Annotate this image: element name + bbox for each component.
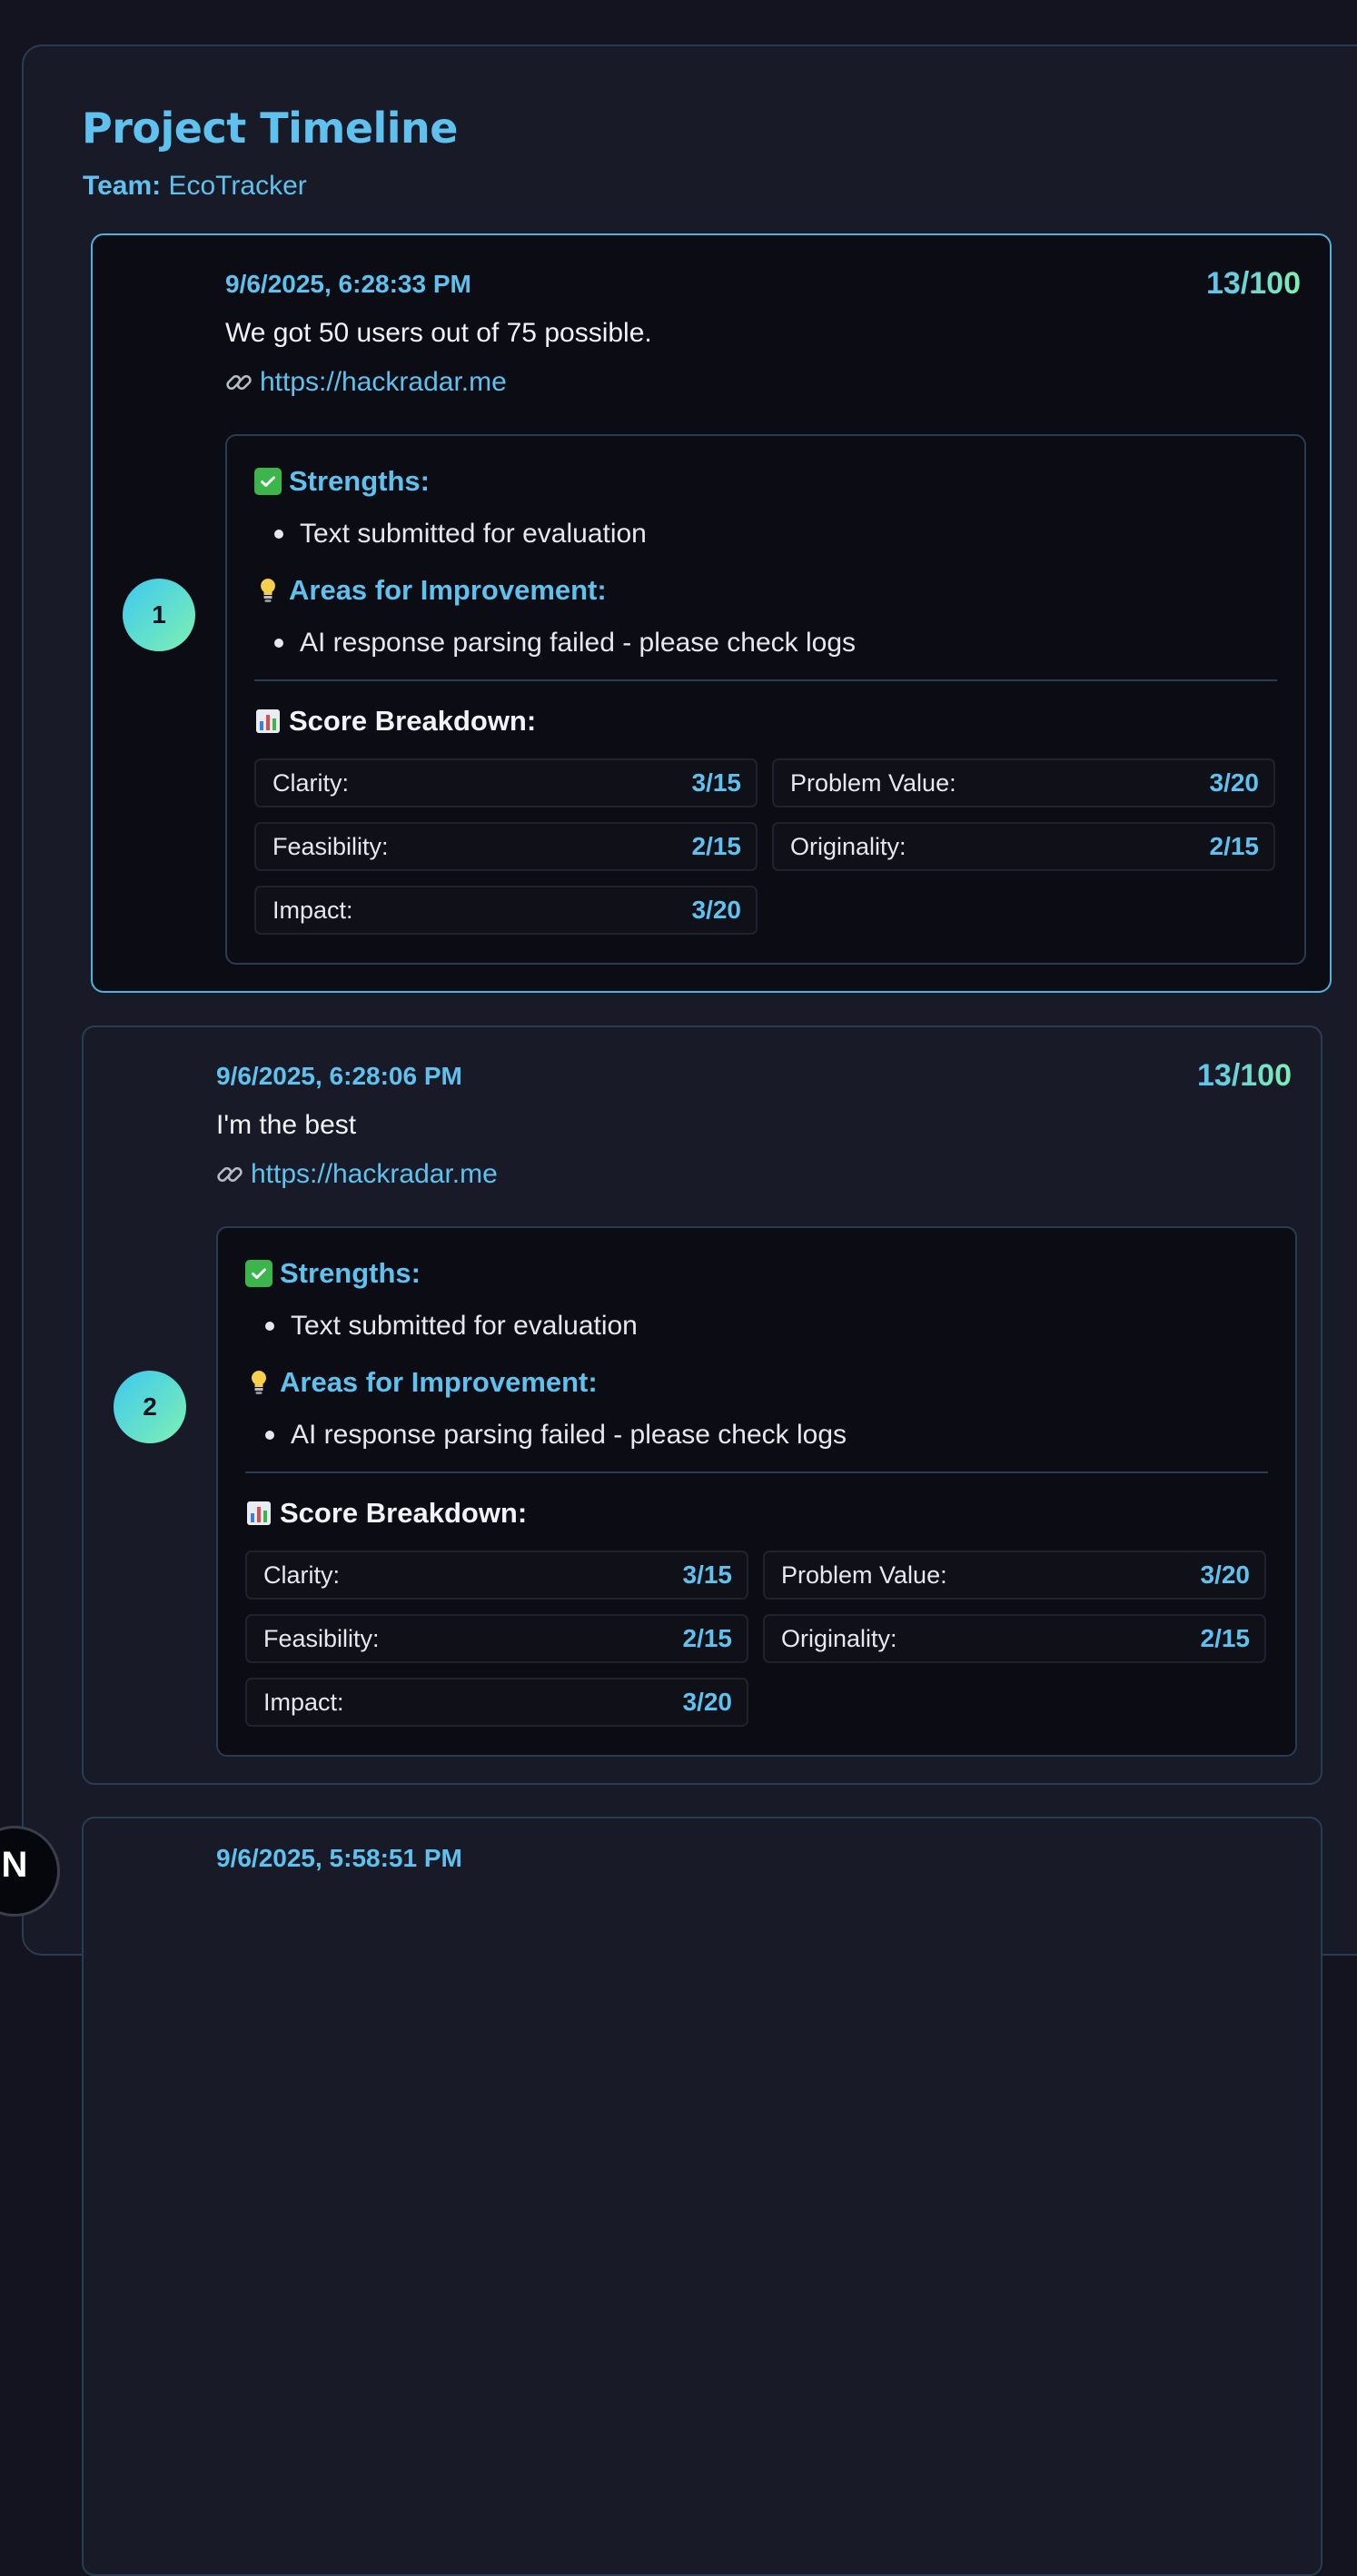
metric-value: 2/15 bbox=[682, 1624, 733, 1652]
feedback-box: Strengths: Text submitted for evaluation… bbox=[216, 1226, 1297, 1757]
check-mark-icon bbox=[245, 1260, 272, 1287]
metric-value: 3/15 bbox=[682, 1560, 733, 1589]
list-item: AI response parsing failed - please chec… bbox=[274, 628, 856, 659]
breakdown-heading: Score Breakdown: bbox=[245, 1497, 527, 1530]
divider bbox=[245, 1471, 1268, 1473]
metric-label: Impact: bbox=[272, 896, 353, 924]
metric-value: 3/20 bbox=[1209, 768, 1260, 797]
entry-link-text[interactable]: https://hackradar.me bbox=[260, 367, 507, 398]
strengths-heading-text: Strengths: bbox=[289, 465, 430, 497]
metric-value: 3/20 bbox=[682, 1688, 733, 1716]
metric-feasibility: Feasibility: 2/15 bbox=[245, 1614, 748, 1663]
metric-label: Clarity: bbox=[263, 1560, 341, 1589]
metric-impact: Impact: 3/20 bbox=[254, 886, 758, 935]
timeline-entry[interactable]: 1 9/6/2025, 6:28:33 PM 13/100 We got 50 … bbox=[91, 233, 1332, 993]
entry-timestamp: 9/6/2025, 5:58:51 PM bbox=[216, 1844, 462, 1872]
list-item: AI response parsing failed - please chec… bbox=[265, 1420, 847, 1451]
lightbulb-icon bbox=[245, 1369, 272, 1396]
link-icon bbox=[217, 1166, 243, 1183]
bar-chart-icon bbox=[254, 708, 282, 735]
entry-index-badge: 2 bbox=[114, 1371, 186, 1443]
metric-label: Originality: bbox=[790, 832, 906, 860]
entry-link-text[interactable]: https://hackradar.me bbox=[251, 1159, 498, 1190]
check-mark-icon bbox=[254, 468, 282, 495]
metric-originality: Originality: 2/15 bbox=[763, 1614, 1266, 1663]
strengths-heading-text: Strengths: bbox=[280, 1257, 421, 1289]
team-line: Team: EcoTracker bbox=[83, 171, 307, 202]
feedback-box: Strengths: Text submitted for evaluation… bbox=[225, 434, 1306, 965]
improvements-heading-text: Areas for Improvement: bbox=[289, 574, 607, 606]
breakdown-heading-text: Score Breakdown: bbox=[289, 705, 537, 737]
metric-value: 3/20 bbox=[691, 896, 742, 924]
metric-label: Problem Value: bbox=[781, 1560, 947, 1589]
list-item: Text submitted for evaluation bbox=[265, 1311, 638, 1342]
list-item: Text submitted for evaluation bbox=[274, 519, 647, 550]
metric-problem-value: Problem Value: 3/20 bbox=[772, 758, 1275, 807]
metric-feasibility: Feasibility: 2/15 bbox=[254, 822, 758, 871]
improvements-heading: Areas for Improvement: bbox=[245, 1366, 598, 1399]
metric-value: 2/15 bbox=[1200, 1624, 1251, 1652]
entry-message: I'm the best bbox=[216, 1110, 357, 1140]
team-label: Team: bbox=[83, 171, 162, 201]
breakdown-heading-text: Score Breakdown: bbox=[280, 1497, 528, 1529]
page-title: Project Timeline bbox=[82, 104, 459, 153]
metric-value: 3/15 bbox=[691, 768, 742, 797]
metric-label: Impact: bbox=[263, 1688, 344, 1716]
entry-index-badge: 1 bbox=[123, 579, 195, 651]
metric-problem-value: Problem Value: 3/20 bbox=[763, 1551, 1266, 1600]
breakdown-heading: Score Breakdown: bbox=[254, 705, 536, 738]
improvements-heading: Areas for Improvement: bbox=[254, 574, 607, 607]
entry-timestamp: 9/6/2025, 6:28:06 PM bbox=[216, 1062, 462, 1090]
entry-link[interactable]: https://hackradar.me bbox=[214, 1159, 498, 1190]
strengths-heading: Strengths: bbox=[254, 465, 430, 498]
entry-score: 13/100 bbox=[1206, 266, 1301, 301]
metric-label: Feasibility: bbox=[263, 1624, 380, 1652]
timeline-entry[interactable]: 2 9/6/2025, 6:28:06 PM 13/100 I'm the be… bbox=[82, 1025, 1322, 1785]
entry-link[interactable]: https://hackradar.me bbox=[223, 367, 507, 398]
metric-label: Problem Value: bbox=[790, 768, 956, 797]
entry-message: We got 50 users out of 75 possible. bbox=[225, 318, 652, 348]
metric-value: 2/15 bbox=[1209, 832, 1260, 860]
improvements-heading-text: Areas for Improvement: bbox=[280, 1366, 598, 1398]
divider bbox=[254, 679, 1277, 681]
metric-value: 2/15 bbox=[691, 832, 742, 860]
lightbulb-icon bbox=[254, 577, 282, 604]
link-icon bbox=[226, 374, 252, 391]
team-name: EcoTracker bbox=[168, 171, 307, 201]
metric-clarity: Clarity: 3/15 bbox=[254, 758, 758, 807]
metric-value: 3/20 bbox=[1200, 1560, 1251, 1589]
metric-label: Feasibility: bbox=[272, 832, 389, 860]
metric-originality: Originality: 2/15 bbox=[772, 822, 1275, 871]
entry-score: 13/100 bbox=[1197, 1058, 1292, 1093]
timeline-entry[interactable]: 9/6/2025, 5:58:51 PM bbox=[82, 1817, 1322, 2576]
metric-label: Clarity: bbox=[272, 768, 350, 797]
strengths-heading: Strengths: bbox=[245, 1257, 421, 1290]
metric-clarity: Clarity: 3/15 bbox=[245, 1551, 748, 1600]
bar-chart-icon bbox=[245, 1500, 272, 1527]
entry-timestamp: 9/6/2025, 6:28:33 PM bbox=[225, 270, 471, 298]
metric-impact: Impact: 3/20 bbox=[245, 1678, 748, 1727]
metric-label: Originality: bbox=[781, 1624, 897, 1652]
